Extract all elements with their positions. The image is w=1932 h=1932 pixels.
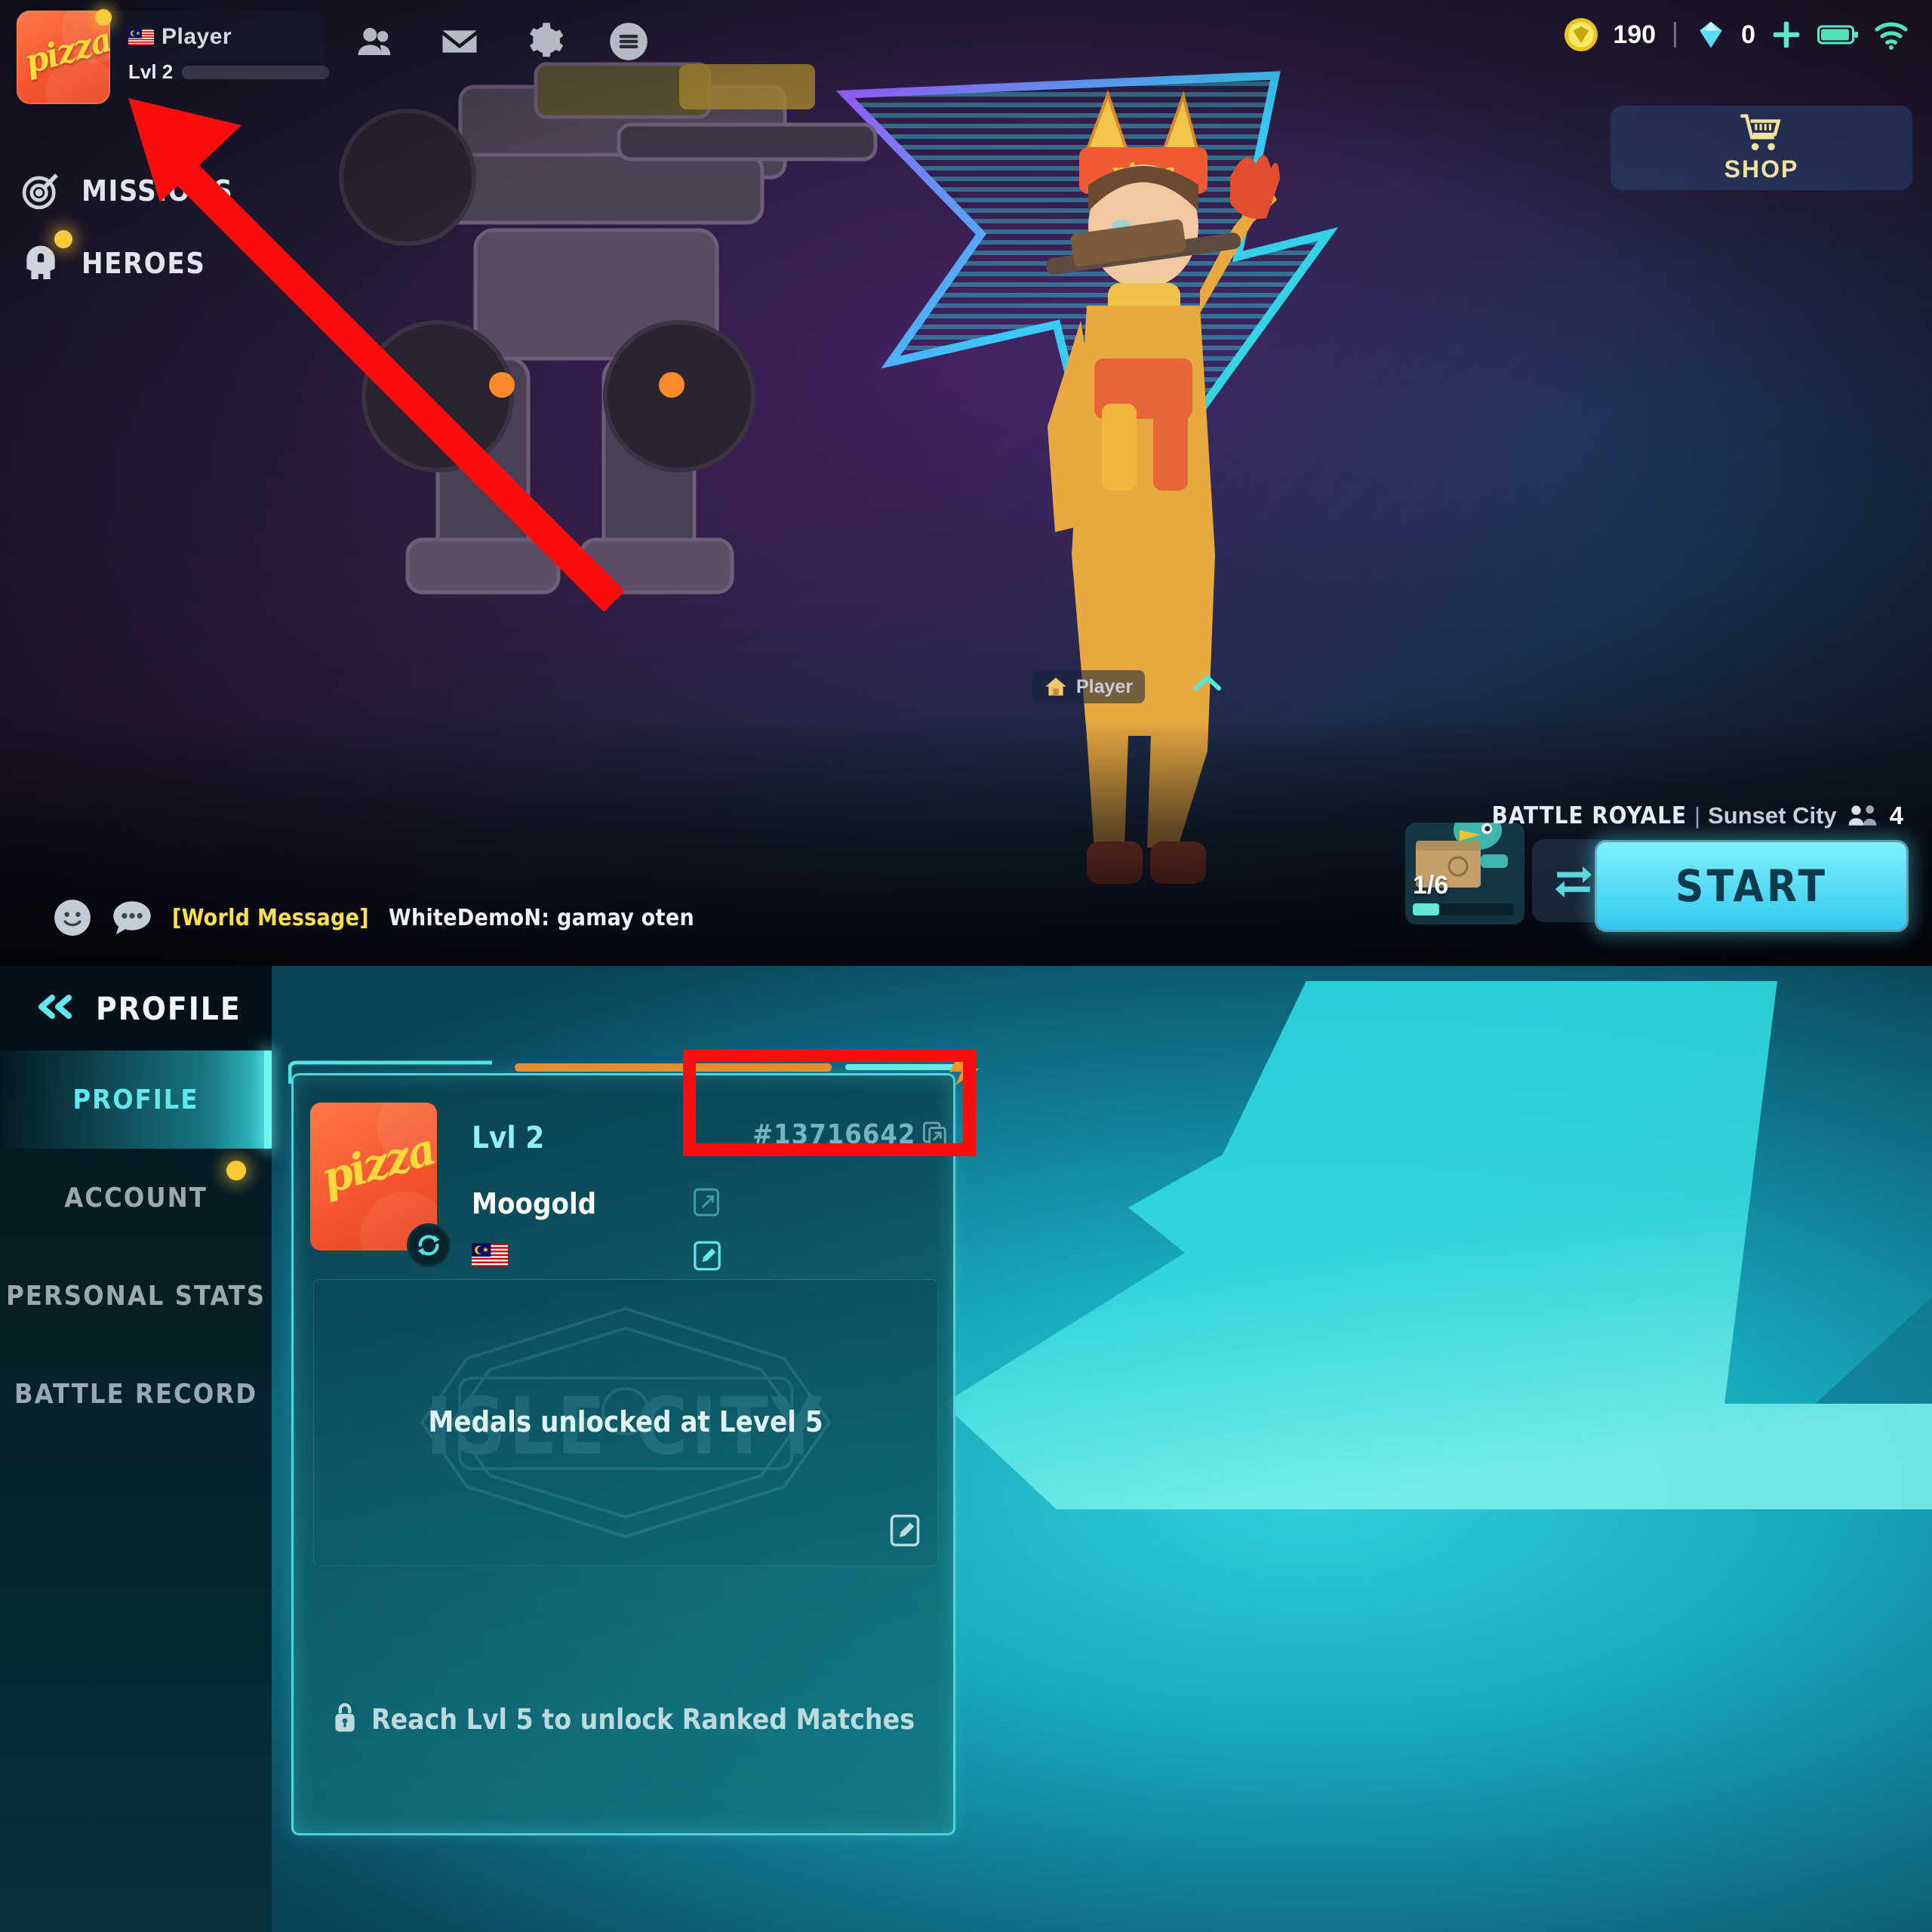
sidebar-item-battle-record[interactable]: BATTLE RECORD <box>0 1345 272 1443</box>
shopping-cart-icon <box>1738 113 1785 152</box>
player-name-label: Player <box>162 24 232 49</box>
sidebar-label-personal-stats: PERSONAL STATS <box>5 1280 266 1312</box>
character-nameplate: Player <box>1032 670 1146 703</box>
settings-icon[interactable] <box>524 21 565 62</box>
profile-sidebar: PROFILE PROFILE ACCOUNT PERSONAL STATS B… <box>0 966 272 1932</box>
profile-malaysia-flag-icon <box>472 1243 508 1267</box>
avatar-notification-dot <box>95 9 112 26</box>
shop-label: SHOP <box>1724 155 1799 183</box>
crate-progress-bar <box>1413 903 1514 915</box>
squad-icon <box>1847 804 1882 828</box>
profile-header: PROFILE <box>0 966 272 1051</box>
sidebar-label-profile: PROFILE <box>72 1084 199 1115</box>
ranked-lock-row: Reach Lvl 5 to unlock Ranked Matches <box>294 1702 953 1737</box>
menu-icon[interactable] <box>608 21 649 62</box>
currency-bar: 190 0 <box>1563 14 1909 56</box>
edit-name-icon[interactable] <box>692 1187 721 1221</box>
currency-divider <box>1674 22 1677 48</box>
chat-message-text: WhiteDemoN: gamay oten <box>388 904 694 931</box>
chat-bubble-icon[interactable] <box>112 899 152 937</box>
smiley-icon[interactable] <box>53 898 92 937</box>
loot-crate-button[interactable]: 1/6 <box>1405 823 1524 924</box>
target-icon <box>20 170 62 212</box>
chat-channel-tag: [World Message] <box>172 904 369 931</box>
chat-bar[interactable]: [World Message] WhiteDemoN: gamay oten <box>53 898 694 937</box>
edit-flag-icon[interactable] <box>692 1240 722 1275</box>
diamond-icon <box>1694 18 1727 51</box>
swap-arrows-icon <box>1552 857 1595 905</box>
wifi-icon <box>1873 18 1909 51</box>
mode-separator: | <box>1694 802 1701 829</box>
gold-coin-icon <box>1563 17 1599 53</box>
lock-icon <box>332 1702 358 1737</box>
nav-label-heroes: HEROES <box>82 247 206 280</box>
sidebar-label-battle-record: BATTLE RECORD <box>14 1378 258 1410</box>
player-avatar-button[interactable]: pizza <box>17 11 110 104</box>
nav-label-missions: MISSIONS <box>82 174 234 208</box>
nameplate-expand-icon[interactable] <box>1191 670 1224 700</box>
medals-locked-message: Medals unlocked at Level 5 <box>428 1405 823 1438</box>
mail-icon[interactable] <box>439 21 480 62</box>
battery-icon <box>1817 23 1860 46</box>
player-name-row: Player <box>128 24 232 50</box>
nav-item-heroes[interactable]: HEROES <box>11 227 233 300</box>
crate-count-label: 1/6 <box>1413 871 1449 900</box>
profile-level-label: Lvl 2 <box>472 1121 545 1155</box>
match-mode-row[interactable]: BATTLE ROYALE | Sunset City 4 <box>1492 801 1903 830</box>
profile-menu: PROFILE ACCOUNT PERSONAL STATS BATTLE RE… <box>0 1051 272 1443</box>
sidebar-label-account: ACCOUNT <box>64 1182 208 1214</box>
helmet-icon <box>20 242 62 285</box>
gem-amount: 0 <box>1741 20 1755 49</box>
player-level-label: Lvl 2 <box>128 60 174 83</box>
home-icon <box>1044 676 1067 697</box>
player-level-row: Lvl 2 <box>128 60 330 84</box>
player-xp-bar <box>182 65 330 79</box>
start-button-label: START <box>1675 860 1829 912</box>
malaysia-flag-icon <box>128 29 154 45</box>
sidebar-item-profile[interactable]: PROFILE <box>0 1051 272 1149</box>
medals-section: ISLE CITY Medals unlocked at Level 5 <box>313 1279 938 1566</box>
profile-card: pizza Lvl 2 Moogold #13716642 ISLE CITY … <box>291 1073 955 1835</box>
background-bolt-shape <box>943 981 1932 1509</box>
shop-button[interactable]: SHOP <box>1611 106 1912 190</box>
gold-amount: 190 <box>1613 20 1657 49</box>
double-chevron-left-icon[interactable] <box>34 992 76 1026</box>
nav-item-missions[interactable]: MISSIONS <box>11 155 233 227</box>
top-icon-bar <box>355 21 649 62</box>
profile-header-title: PROFILE <box>96 989 242 1027</box>
squad-size-label: 4 <box>1889 801 1903 829</box>
game-lobby-screen: pizza Player Lvl 2 MISSIONS HEROES 190 0… <box>0 0 1932 966</box>
lobby-left-nav: MISSIONS HEROES <box>11 155 233 300</box>
mode-name-label: BATTLE ROYALE <box>1491 802 1687 829</box>
add-currency-button[interactable] <box>1769 17 1804 52</box>
sidebar-item-account[interactable]: ACCOUNT <box>0 1149 272 1247</box>
friends-icon[interactable] <box>355 21 395 62</box>
refresh-avatar-icon[interactable] <box>407 1223 451 1267</box>
sidebar-item-personal-stats[interactable]: PERSONAL STATS <box>0 1247 272 1345</box>
character-nameplate-label: Player <box>1076 675 1134 697</box>
app-root: pizza Player Lvl 2 MISSIONS HEROES 190 0… <box>0 0 1932 1932</box>
account-notification-dot <box>226 1161 246 1180</box>
profile-avatar-pizza-text: pizza <box>315 1123 437 1204</box>
map-name-label: Sunset City <box>1708 802 1837 829</box>
profile-player-name: Moogold <box>472 1187 597 1220</box>
start-match-button[interactable]: START <box>1597 842 1906 930</box>
annotation-highlight-box <box>683 1049 976 1156</box>
ranked-lock-message: Reach Lvl 5 to unlock Ranked Matches <box>371 1703 915 1736</box>
edit-medals-icon[interactable] <box>889 1513 921 1552</box>
heroes-notification-dot <box>54 230 72 248</box>
